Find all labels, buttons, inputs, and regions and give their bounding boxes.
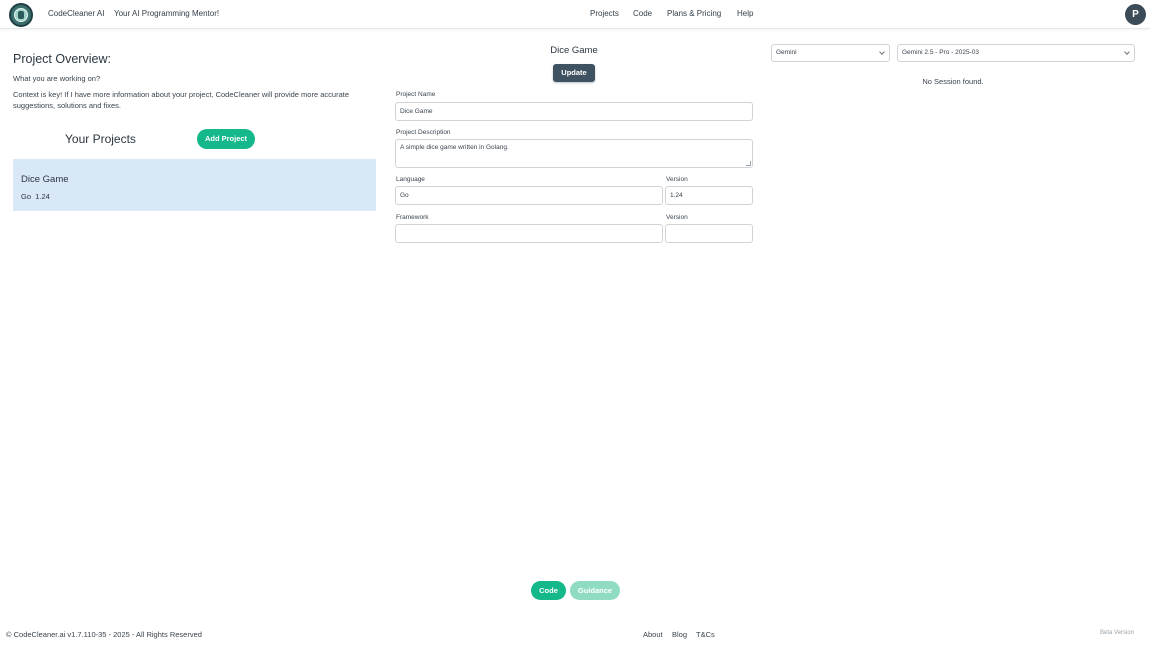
project-form-title: Dice Game [550,45,598,56]
code-mode-button[interactable]: Code [531,581,566,600]
project-overview-title: Project Overview: [13,52,111,66]
guidance-mode-button[interactable]: Guidance [570,581,620,600]
project-description-label: Project Description [396,129,451,136]
nav-link-projects[interactable]: Projects [590,9,619,18]
framework-version-label: Version [666,214,688,221]
top-navbar: CodeCleaner AI Your AI Programming Mento… [0,0,1150,29]
framework-label: Framework [396,214,429,221]
user-avatar[interactable]: P [1125,4,1146,25]
chevron-down-icon [879,49,885,55]
brand-name[interactable]: CodeCleaner AI [48,9,104,18]
project-description-textarea[interactable]: A simple dice game written in Golang. [395,139,753,168]
add-project-button[interactable]: Add Project [197,129,255,149]
project-name-label: Project Name [396,91,436,98]
model-select-value: Gemini 2.5 - Pro - 2025-03 [902,49,979,56]
update-button[interactable]: Update [553,64,595,82]
beta-version-label: Beta Version [1100,630,1135,636]
language-input[interactable]: Go [395,186,663,205]
footer-link-blog[interactable]: Blog [672,630,687,639]
textarea-resize-handle[interactable] [746,161,751,166]
project-card-version: 1.24 [35,192,50,201]
overview-subtitle: What you are working on? [13,74,101,83]
no-session-message: No Session found. [922,77,984,86]
footer-copyright: © CodeCleaner.ai v1.7.110-35 - 2025 - Al… [6,630,202,639]
project-card-name: Dice Game [21,174,69,185]
nav-link-help[interactable]: Help [737,9,753,18]
language-version-label: Version [666,176,688,183]
language-version-input[interactable]: 1.24 [665,186,753,205]
project-description-text: A simple dice game written in Golang. [400,144,509,151]
footer-link-tcs[interactable]: T&Cs [696,630,715,639]
footer-link-about[interactable]: About [643,630,663,639]
provider-select[interactable]: Gemini [771,44,890,62]
chevron-down-icon [1124,49,1130,55]
codecleaner-logo-icon[interactable] [9,3,33,27]
brand-tagline: Your AI Programming Mentor! [114,9,220,18]
model-select[interactable]: Gemini 2.5 - Pro - 2025-03 [897,44,1135,62]
project-card-selected[interactable]: Dice Game Go 1.24 [13,159,376,211]
nav-link-plans-pricing[interactable]: Plans & Pricing [667,9,721,18]
project-card-language: Go [21,192,32,201]
project-card-meta: Go 1.24 [21,192,50,201]
language-label: Language [396,176,425,183]
provider-select-value: Gemini [776,49,797,56]
logo-core [18,11,24,19]
your-projects-heading: Your Projects [65,132,136,146]
context-description: Context is key! If I have more informati… [13,90,349,110]
framework-version-input[interactable] [665,224,753,243]
nav-link-code[interactable]: Code [633,9,652,18]
framework-input[interactable] [395,224,663,243]
project-name-input[interactable]: Dice Game [395,102,753,121]
